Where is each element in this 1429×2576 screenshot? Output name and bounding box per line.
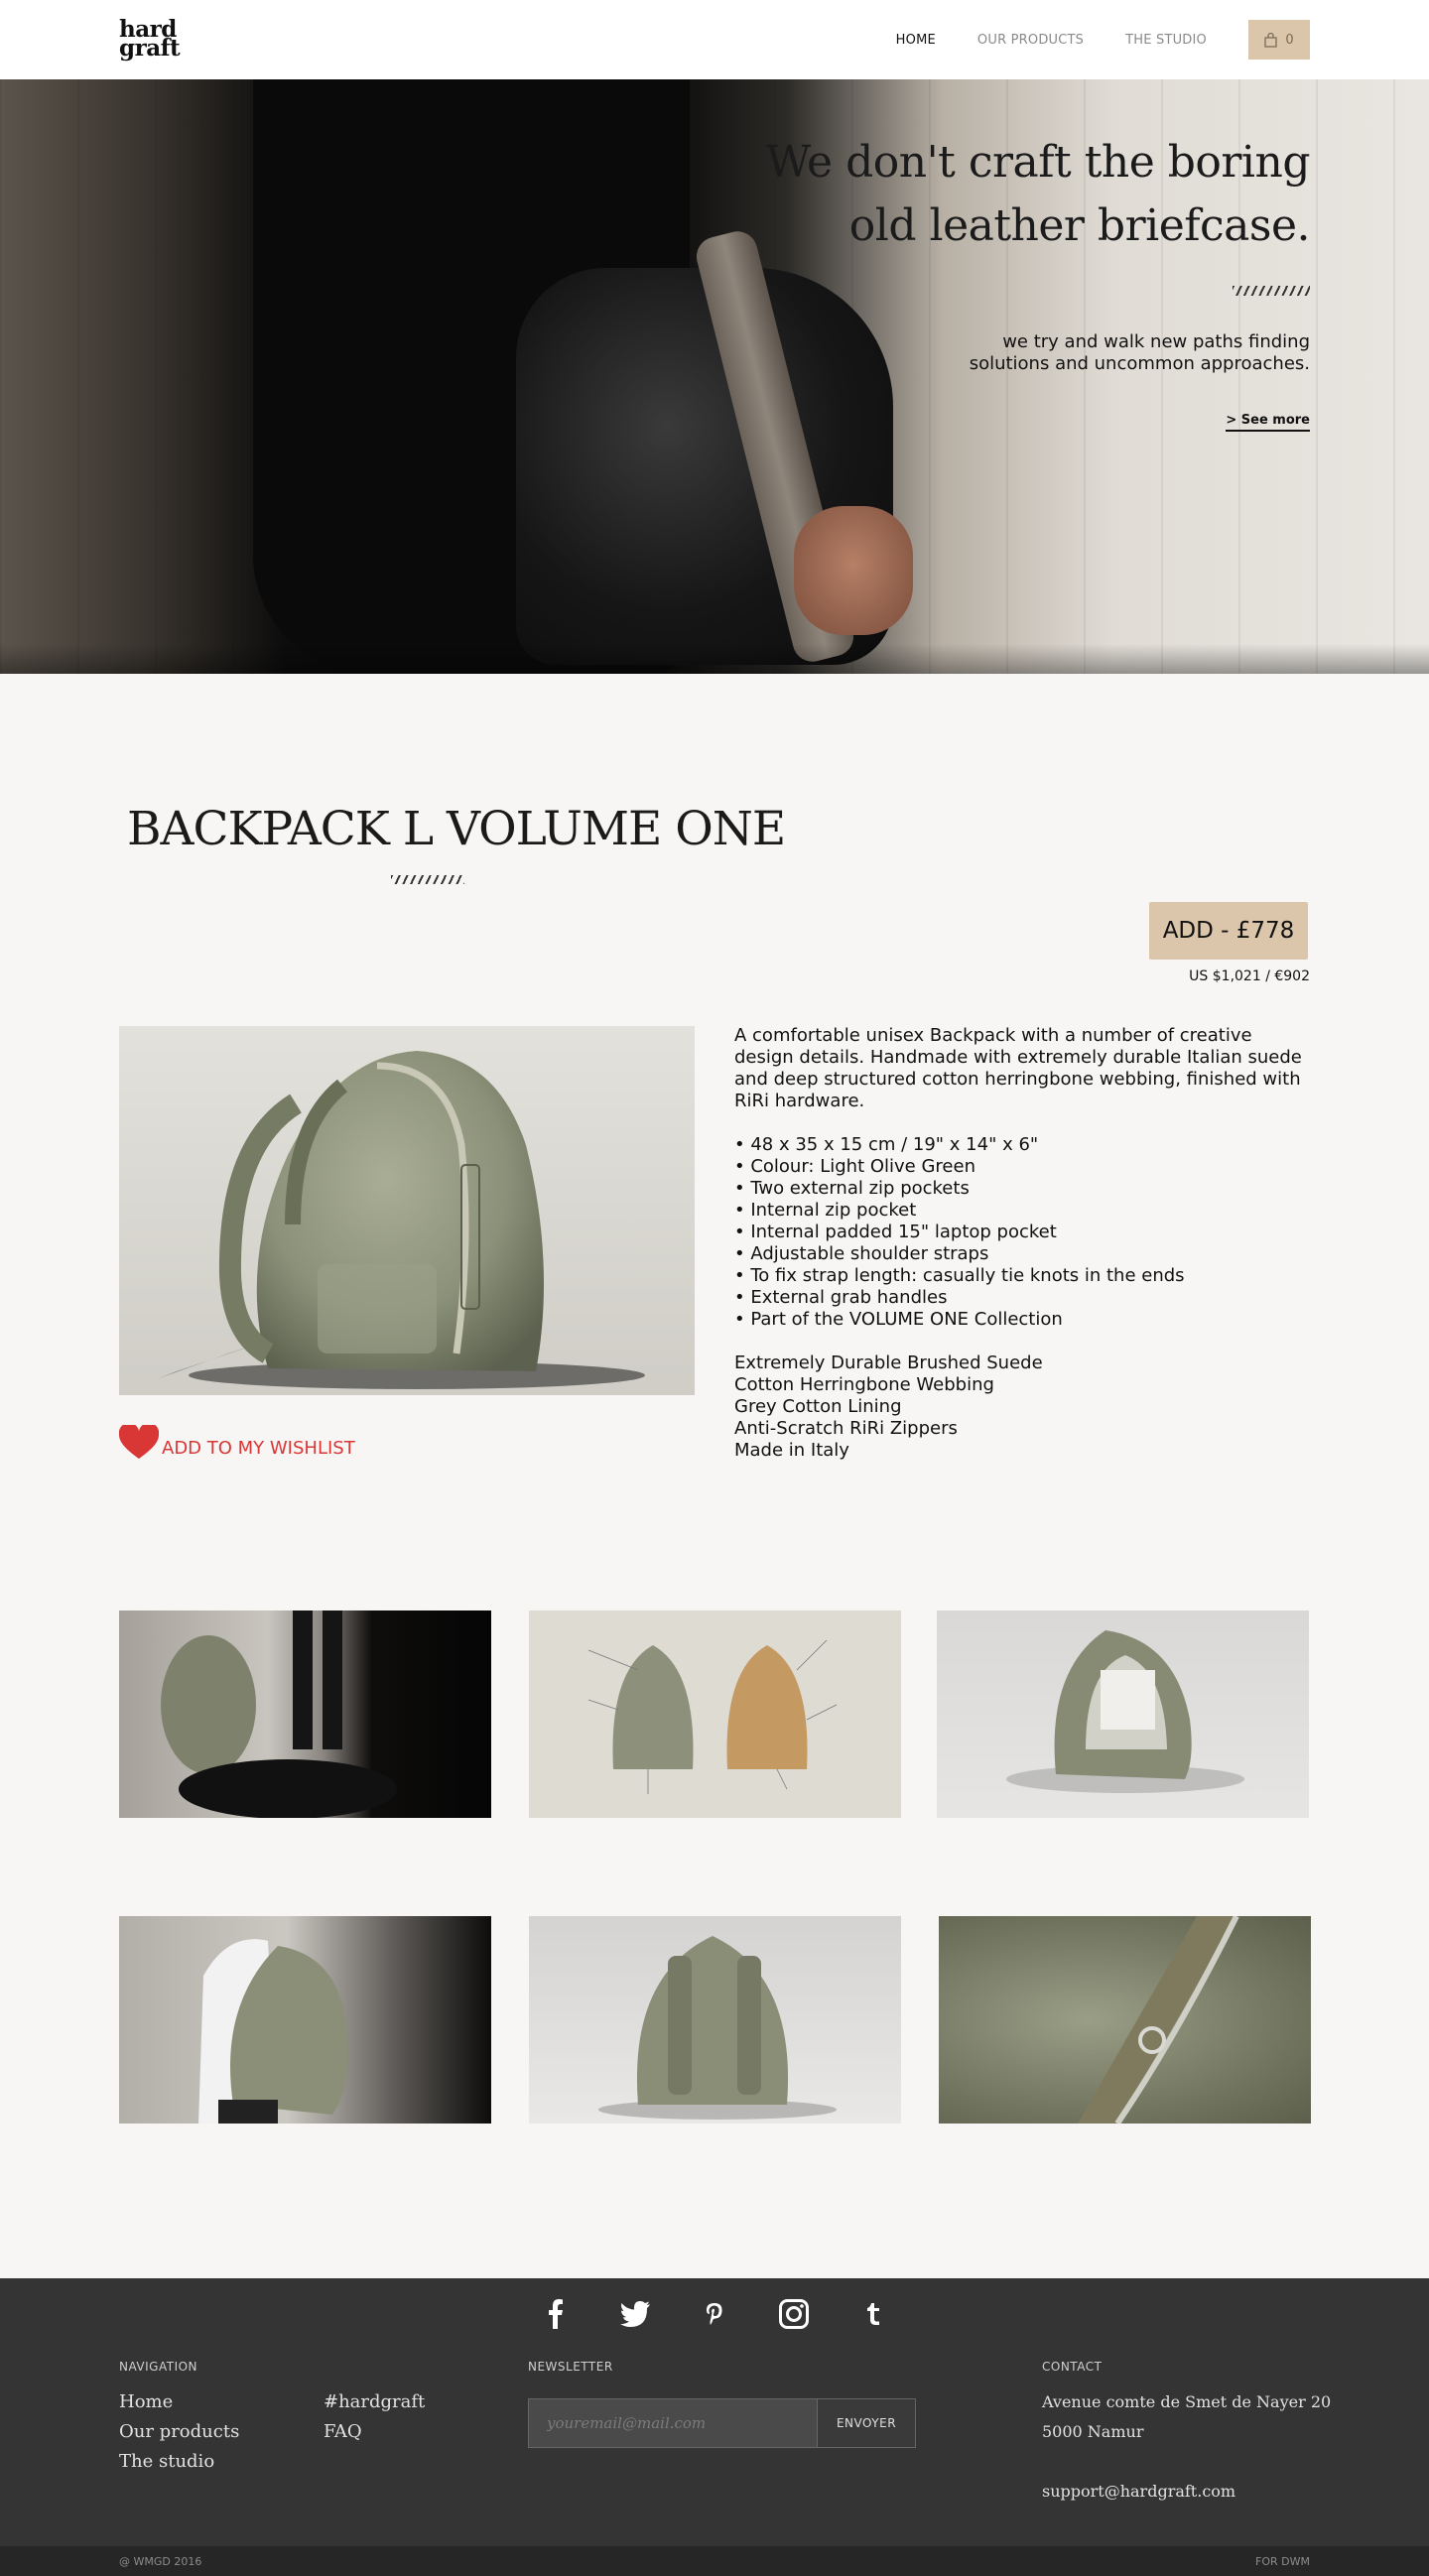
main-nav: HOME OUR PRODUCTS THE STUDIO 0 bbox=[854, 20, 1310, 60]
facebook-icon[interactable] bbox=[540, 2298, 572, 2330]
newsletter-submit-button[interactable]: ENVOYER bbox=[818, 2398, 916, 2448]
hero-shadow bbox=[0, 644, 1429, 674]
hero-title-line-2: old leather briefcase. bbox=[848, 200, 1311, 251]
nav-our-products[interactable]: OUR PRODUCTS bbox=[977, 33, 1084, 48]
heart-icon bbox=[119, 1425, 159, 1459]
zipper-detail-illustration bbox=[1078, 1916, 1239, 2124]
hero-banner: We don't craft the boring old leather br… bbox=[0, 79, 1429, 674]
footer-bottom-bar: @ WMGD 2016 FOR DWM bbox=[0, 2546, 1429, 2576]
contact-heading: CONTACT bbox=[1042, 2360, 1103, 2374]
hero-divider-mark bbox=[1233, 286, 1310, 296]
feature-item: • Part of the VOLUME ONE Collection bbox=[734, 1309, 1063, 1330]
backpack-with-person-illustration bbox=[161, 1610, 397, 1818]
tumblr-icon[interactable] bbox=[857, 2298, 889, 2330]
feature-item: • Adjustable shoulder straps bbox=[734, 1243, 989, 1264]
title-divider-mark bbox=[391, 875, 464, 884]
copyright-text: @ WMGD 2016 bbox=[119, 2555, 202, 2568]
feature-item: • Internal padded 15" laptop pocket bbox=[734, 1222, 1057, 1242]
footer-link-hardgraft[interactable]: #hardgraft bbox=[324, 2387, 425, 2417]
wishlist-label: ADD TO MY WISHLIST bbox=[162, 1438, 355, 1459]
alternate-price: US $1,021 / €902 bbox=[1189, 968, 1310, 984]
feature-item: • External grab handles bbox=[734, 1287, 948, 1308]
feature-item: • Colour: Light Olive Green bbox=[734, 1156, 975, 1177]
footer-link-home[interactable]: Home bbox=[119, 2387, 173, 2417]
gallery-thumb-5[interactable] bbox=[529, 1916, 901, 2124]
hero-subtitle: we try and walk new paths finding soluti… bbox=[766, 331, 1310, 375]
twitter-icon[interactable] bbox=[619, 2298, 651, 2330]
cart-button[interactable]: 0 bbox=[1248, 20, 1310, 60]
backpack-back-view-illustration bbox=[598, 1936, 837, 2120]
olive-backpack-illustration bbox=[119, 1026, 695, 1395]
site-header: hard graft HOME OUR PRODUCTS THE STUDIO … bbox=[0, 0, 1429, 79]
material-item: Grey Cotton Lining bbox=[734, 1396, 902, 1417]
newsletter-form: ENVOYER bbox=[528, 2398, 916, 2448]
contact-address-line-1: Avenue comte de Smet de Nayer 20 bbox=[1042, 2392, 1332, 2411]
material-item: Cotton Herringbone Webbing bbox=[734, 1374, 994, 1395]
newsletter-heading: NEWSLETTER bbox=[528, 2360, 613, 2374]
site-footer: NAVIGATION Home Our products The studio … bbox=[0, 2278, 1429, 2576]
footer-link-the-studio[interactable]: The studio bbox=[119, 2447, 214, 2477]
nav-home[interactable]: HOME bbox=[896, 33, 936, 48]
logo[interactable]: hard graft bbox=[119, 18, 181, 62]
feature-item: • Internal zip pocket bbox=[734, 1200, 917, 1221]
material-item: Anti-Scratch RiRi Zippers bbox=[734, 1418, 958, 1439]
hero-hand-image bbox=[794, 506, 913, 635]
open-backpack-illustration bbox=[1006, 1630, 1244, 1793]
see-more-link[interactable]: > See more bbox=[1226, 413, 1310, 432]
shopping-bag-icon bbox=[1264, 32, 1278, 48]
navigation-heading: NAVIGATION bbox=[119, 2360, 198, 2374]
product-description: A comfortable unisex Backpack with a num… bbox=[734, 1025, 1310, 1462]
newsletter-email-input[interactable] bbox=[528, 2398, 818, 2448]
footer-link-our-products[interactable]: Our products bbox=[119, 2417, 239, 2447]
material-item: Extremely Durable Brushed Suede bbox=[734, 1352, 1043, 1373]
hero-subtitle-line-2: solutions and uncommon approaches. bbox=[969, 353, 1310, 374]
description-text: A comfortable unisex Backpack with a num… bbox=[734, 1025, 1302, 1111]
credit-text: FOR DWM bbox=[1255, 2555, 1310, 2568]
materials-list: Extremely Durable Brushed Suede Cotton H… bbox=[734, 1352, 1310, 1462]
cart-count: 0 bbox=[1285, 32, 1294, 48]
nav-the-studio[interactable]: THE STUDIO bbox=[1125, 33, 1207, 48]
hero-text-block: We don't craft the boring old leather br… bbox=[765, 131, 1311, 432]
product-main-image[interactable] bbox=[119, 1026, 695, 1395]
pinterest-icon[interactable] bbox=[699, 2298, 730, 2330]
hero-title: We don't craft the boring old leather br… bbox=[765, 131, 1311, 258]
contact-email-link[interactable]: support@hardgraft.com bbox=[1042, 2477, 1235, 2507]
gallery-thumb-2[interactable] bbox=[529, 1610, 901, 1818]
gallery-thumb-4[interactable] bbox=[119, 1916, 491, 2124]
gallery-thumb-6[interactable] bbox=[939, 1916, 1311, 2124]
hero-subtitle-line-1: we try and walk new paths finding bbox=[1002, 331, 1310, 352]
feature-item: • To fix strap length: casually tie knot… bbox=[734, 1265, 1185, 1286]
feature-list: • 48 x 35 x 15 cm / 19" x 14" x 6" • Col… bbox=[734, 1134, 1310, 1331]
product-title: BACKPACK L VOLUME ONE bbox=[127, 802, 786, 856]
gallery-thumb-1[interactable] bbox=[119, 1610, 491, 1818]
contact-address-line-2: 5000 Namur bbox=[1042, 2422, 1144, 2441]
add-to-cart-button[interactable]: ADD - £778 bbox=[1149, 902, 1308, 960]
feature-item: • Two external zip pockets bbox=[734, 1178, 970, 1199]
feature-item: • 48 x 35 x 15 cm / 19" x 14" x 6" bbox=[734, 1134, 1039, 1155]
annotated-backpacks-illustration bbox=[587, 1639, 838, 1794]
logo-line-2: graft bbox=[119, 35, 181, 62]
footer-link-faq[interactable]: FAQ bbox=[324, 2417, 362, 2447]
worn-backpack-illustration bbox=[198, 1939, 348, 2124]
material-item: Made in Italy bbox=[734, 1440, 849, 1461]
hero-title-line-1: We don't craft the boring bbox=[765, 137, 1311, 188]
add-to-wishlist-button[interactable]: ADD TO MY WISHLIST bbox=[119, 1425, 355, 1461]
instagram-icon[interactable] bbox=[778, 2298, 810, 2330]
social-links bbox=[0, 2298, 1429, 2330]
gallery-thumb-3[interactable] bbox=[937, 1610, 1309, 1818]
